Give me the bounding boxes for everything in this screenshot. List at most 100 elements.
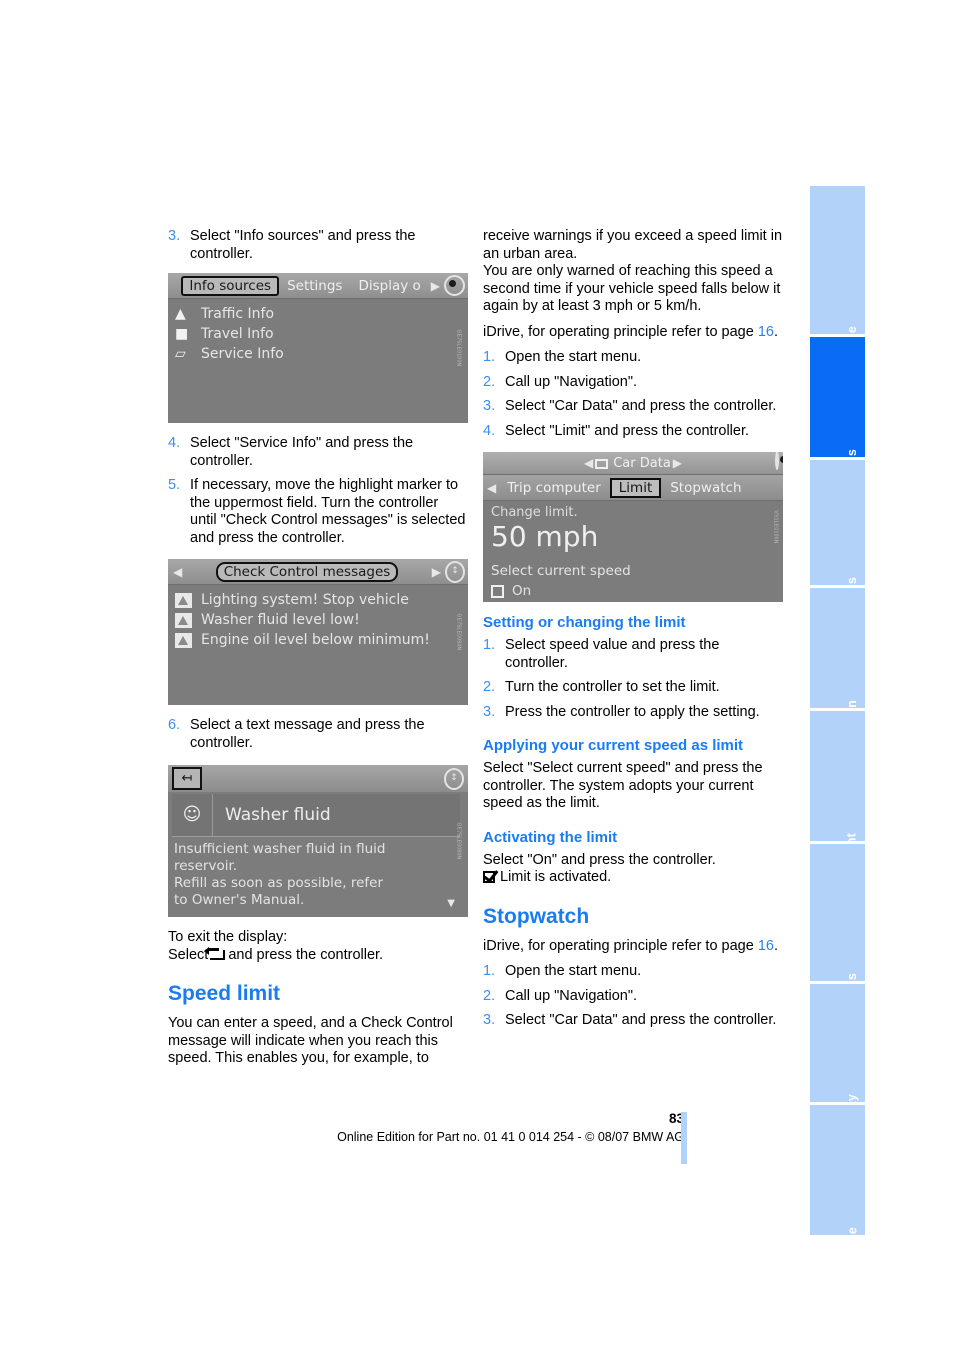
page-link[interactable]: 16 [758, 938, 774, 954]
limit-on-checkbox-row[interactable]: On [491, 583, 783, 599]
page-link[interactable]: 16 [758, 324, 774, 340]
scroll-down-icon[interactable]: ▼ [447, 895, 455, 912]
car-data-body: Change limit. 50 mph Select current spee… [483, 501, 783, 602]
sidebar-item-mobility[interactable]: Mobility [810, 984, 865, 1143]
step-text: If necessary, move the highlight marker … [190, 477, 466, 546]
page-title-stopwatch: Stopwatch [483, 904, 590, 928]
list-item: 1. Open the start menu. [483, 349, 783, 367]
next-arrow-icon[interactable]: ▶ [671, 456, 684, 470]
list-item[interactable]: Lighting system! Stop vehicle [168, 590, 468, 610]
intro-paragraph-1: receive warnings if you exceed a speed l… [483, 228, 783, 262]
list-item[interactable]: ▲ Traffic Info [168, 304, 468, 324]
sidebar-item-reference[interactable]: Reference [810, 1105, 865, 1289]
sidebar-item-label: Reference [845, 1227, 859, 1290]
step-number: 1. [483, 349, 496, 365]
step-number: 6. [168, 717, 181, 733]
list-item[interactable]: ▱ Service Info [168, 344, 468, 364]
step-text: Open the start menu. [505, 349, 642, 365]
step-number: 4. [168, 435, 181, 451]
list-item-label: Lighting system! Stop vehicle [201, 592, 409, 608]
section-tab-strip: At a glance Controls Driving tips Naviga… [810, 186, 865, 1289]
checkmark-icon [483, 871, 495, 883]
step-number: 3. [483, 1012, 496, 1028]
idrive-menu-bar: Info sources Settings Display o ▶ [168, 273, 468, 299]
travel-info-icon: ■ [175, 326, 189, 342]
traffic-info-icon: ▲ [175, 306, 186, 322]
screenshot-washer-fluid: ↤ ↕ ☺ Washer fluid Insufficient washer f… [168, 765, 468, 917]
controller-knob-icon [775, 452, 779, 470]
menu-tab-info-sources[interactable]: Info sources [181, 275, 280, 296]
step-number: 2. [483, 679, 496, 695]
step-text: Call up "Navigation". [505, 987, 638, 1004]
list-item: 1. Select speed value and press the cont… [483, 637, 783, 672]
message-body-line: Refill as soon as possible, refer [174, 875, 383, 891]
idrive-menu-bar: ◀ Check Control messages ▶ ↕ [168, 559, 468, 585]
limit-value[interactable]: 50 mph [491, 521, 783, 553]
tab-stopwatch[interactable]: Stopwatch [661, 480, 750, 496]
sidebar-item-communications[interactable]: Communications [810, 844, 865, 1077]
next-arrow-icon[interactable]: ▶ [429, 279, 442, 293]
sidebar-item-controls[interactable]: Controls [810, 337, 865, 502]
menu-tab-settings[interactable]: Settings [279, 277, 350, 295]
menu-title-check-control[interactable]: Check Control messages [215, 561, 399, 582]
controller-knob-wrap [773, 452, 779, 470]
up-down-icon: ↕ [444, 767, 464, 790]
screenshot-car-data: ◀ Car Data ▶ ◀ Trip computer Limit Stopw… [483, 452, 783, 602]
exit-line-2-prefix: Select [168, 946, 209, 963]
figure-code: GE75LE0080N [455, 822, 462, 860]
status-text: Limit is activated. [500, 869, 612, 885]
menu-tab-display[interactable]: Display o [350, 277, 428, 295]
list-item[interactable]: ■ Travel Info [168, 324, 468, 344]
list-item: 4. Select "Limit" and press the controll… [483, 423, 783, 441]
idrive-reference: iDrive, for operating principle refer to… [483, 324, 783, 342]
sidebar-item-at-a-glance[interactable]: At a glance [810, 186, 865, 395]
left-column: 3. Select "Info sources" and press the c… [168, 228, 468, 1076]
list-item: 6. Select a text message and press the c… [168, 717, 468, 752]
list-item-label: Travel Info [201, 326, 274, 342]
list-item: 2. Call up "Navigation". [483, 988, 783, 1006]
list-item: 1. Open the start menu. [483, 963, 783, 981]
step-number: 1. [483, 963, 496, 979]
sidebar-item-driving-tips[interactable]: Driving tips [810, 460, 865, 648]
tab-trip-computer[interactable]: Trip computer [498, 480, 610, 496]
list-item: 2. Turn the controller to set the limit. [483, 679, 783, 697]
limit-on-label: On [512, 583, 532, 599]
list-item: 2. Call up "Navigation". [483, 374, 783, 392]
prev-arrow-icon[interactable]: ◀ [171, 565, 184, 579]
right-column: receive warnings if you exceed a speed l… [483, 228, 783, 1037]
list-item: 3. Press the controller to apply the set… [483, 704, 783, 722]
message-body-line: to Owner's Manual. [174, 892, 305, 908]
step-number: 3. [483, 703, 496, 720]
idrive-reference-prefix: iDrive, for operating principle refer to… [483, 937, 754, 954]
checkbox-icon[interactable] [491, 584, 504, 598]
change-limit-label: Change limit. [491, 505, 578, 520]
heading-activating-limit: Activating the limit [483, 828, 618, 846]
idrive-menu-bar: ↤ ↕ [168, 765, 468, 792]
step-text: Select "Info sources" and press the cont… [190, 228, 416, 262]
select-current-speed-option[interactable]: Select current speed [491, 563, 783, 579]
next-arrow-icon[interactable]: ▶ [430, 565, 443, 579]
screenshot-info-sources: Info sources Settings Display o ▶ ▲ Traf… [168, 273, 468, 423]
step-text: Turn the controller to set the limit. [505, 679, 720, 695]
step-text: Call up "Navigation". [505, 373, 638, 390]
sidebar-item-navigation[interactable]: Navigation [810, 588, 865, 766]
intro-paragraph-2: You are only warned of reaching this spe… [483, 263, 781, 314]
back-arrow-icon[interactable]: ↤ [172, 767, 202, 790]
activating-limit-body: Select "On" and press the controller. [483, 851, 716, 868]
list-item[interactable]: Washer fluid level low! [168, 610, 468, 630]
step-text: Select "Car Data" and press the controll… [505, 398, 777, 414]
service-info-icon: ▱ [175, 346, 186, 362]
exit-line-1: To exit the display: [168, 929, 288, 945]
prev-arrow-icon[interactable]: ◀ [582, 456, 595, 470]
speed-limit-body: You can enter a speed, and a Check Contr… [168, 1015, 453, 1066]
prev-arrow-icon[interactable]: ◀ [485, 481, 498, 495]
list-item[interactable]: Engine oil level below minimum! [168, 630, 468, 650]
warning-triangle-icon [175, 632, 192, 648]
step-number: 4. [483, 422, 496, 439]
sidebar-item-entertainment[interactable]: Entertainment [810, 711, 865, 920]
tab-limit[interactable]: Limit [609, 477, 662, 498]
footer-accent-bar [681, 1112, 687, 1164]
monitor-icon [595, 458, 609, 469]
step-number: 1. [483, 637, 496, 653]
message-body-line: Insufficient washer fluid in fluid [174, 841, 386, 857]
